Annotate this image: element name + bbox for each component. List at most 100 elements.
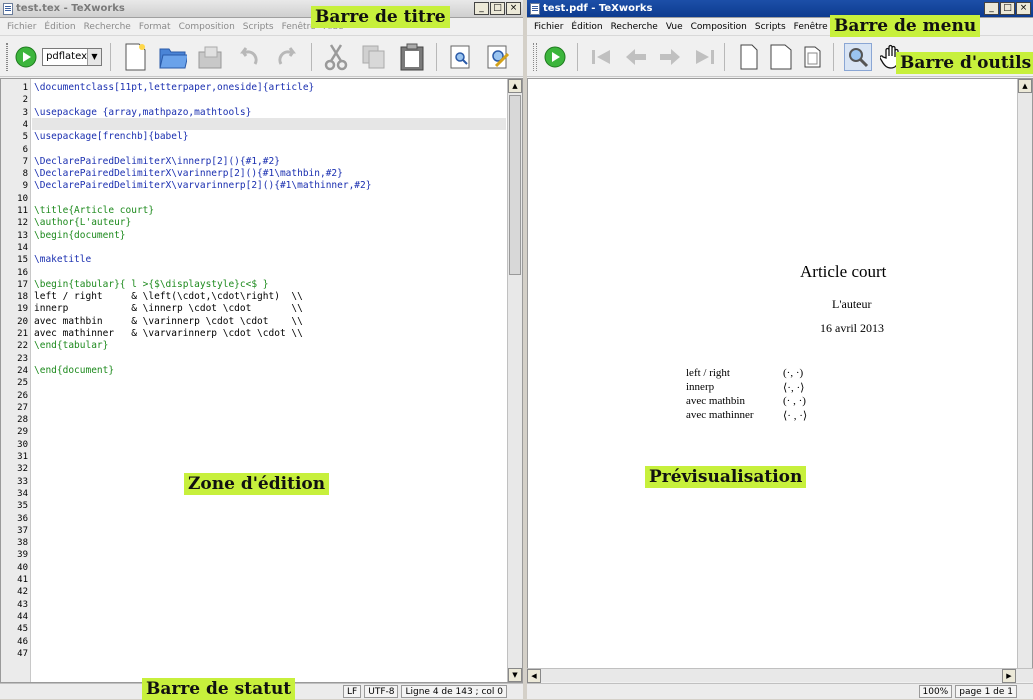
- line-number: 7: [22, 156, 28, 167]
- line-number: 26: [17, 390, 28, 401]
- minimize-button[interactable]: _: [984, 2, 999, 15]
- line-number: 14: [17, 242, 28, 253]
- line-number: 11: [17, 206, 28, 216]
- preview-window-title: test.pdf - TeXworks: [543, 3, 653, 14]
- line-number: 4: [22, 119, 28, 130]
- previous-page-button[interactable]: [622, 43, 650, 71]
- redo-button[interactable]: [273, 43, 301, 71]
- code-line: \usepackage[frenchb]{babel}: [34, 131, 189, 143]
- annotation-preview: Prévisualisation: [645, 466, 807, 488]
- toolbar-grip[interactable]: [6, 42, 9, 71]
- line-number: 10: [17, 193, 28, 204]
- menu-item[interactable]: Fichier: [3, 22, 40, 32]
- preview-vertical-scrollbar[interactable]: ▲: [1017, 79, 1032, 669]
- page-indicator: page 1 de 1: [955, 685, 1017, 698]
- toolbar-grip[interactable]: [533, 42, 537, 71]
- zoom-level[interactable]: 100%: [918, 685, 953, 698]
- source-window-title: test.tex - TeXworks: [16, 3, 125, 14]
- line-number: 43: [17, 599, 28, 610]
- menu-item[interactable]: Édition: [40, 22, 79, 32]
- scroll-left-arrow[interactable]: ◀: [527, 669, 541, 683]
- save-button[interactable]: [197, 43, 225, 71]
- fit-width-button[interactable]: [767, 43, 795, 71]
- menu-item[interactable]: Vue: [662, 22, 687, 32]
- pdf-row-value: ⟨· , ·⟩: [783, 410, 808, 422]
- toolbar-separator: [311, 42, 312, 71]
- replace-button[interactable]: [485, 43, 513, 71]
- menu-item[interactable]: Fichier: [530, 22, 567, 32]
- line-number: 22: [17, 341, 28, 352]
- find-icon: [450, 45, 470, 68]
- actual-size-button[interactable]: [735, 43, 763, 71]
- fit-window-button[interactable]: [799, 43, 827, 71]
- typeset-button[interactable]: [14, 43, 38, 71]
- line-number: 47: [17, 648, 28, 659]
- pdf-row-label: innerp: [686, 381, 715, 393]
- typeset-button[interactable]: [543, 43, 567, 71]
- cursor-position: Ligne 4 de 143 ; col 0: [401, 685, 507, 698]
- line-number: 37: [17, 525, 28, 536]
- menu-item[interactable]: Recherche: [607, 22, 662, 32]
- pdf-row-label: left / right: [686, 367, 730, 379]
- scroll-thumb[interactable]: [509, 95, 521, 275]
- scissors-icon: [324, 43, 348, 70]
- scroll-up-arrow[interactable]: ▲: [1018, 79, 1032, 93]
- annotation-editor: Zone d'édition: [184, 473, 330, 495]
- first-page-button[interactable]: [588, 43, 616, 71]
- pdf-author: L'auteur: [832, 297, 872, 311]
- minimize-button[interactable]: _: [474, 2, 489, 15]
- pdf-row-label: avec mathbin: [686, 395, 745, 407]
- next-page-button[interactable]: [656, 43, 684, 71]
- annotation-menu-bar: Barre de menu: [830, 15, 981, 37]
- maximize-button[interactable]: □: [1000, 2, 1015, 15]
- encoding-indicator[interactable]: UTF-8: [364, 685, 399, 698]
- menu-item[interactable]: Recherche: [80, 22, 135, 32]
- menu-item[interactable]: Format: [135, 22, 175, 32]
- pdf-title: Article court: [800, 262, 887, 281]
- code-line: \end{tabular}: [34, 340, 109, 352]
- last-page-button[interactable]: [690, 43, 718, 71]
- line-number: 12: [17, 218, 28, 229]
- toolbar-separator: [833, 42, 834, 71]
- magnify-tool-button[interactable]: [844, 42, 872, 71]
- scroll-up-arrow[interactable]: ▲: [508, 79, 522, 93]
- line-number: 44: [17, 611, 28, 622]
- line-number: 18: [17, 292, 28, 303]
- close-button[interactable]: ×: [1016, 2, 1031, 15]
- new-document-button[interactable]: [121, 43, 149, 71]
- pdf-document-icon: [530, 2, 540, 15]
- menu-item[interactable]: Édition: [567, 22, 606, 32]
- menu-item[interactable]: Composition: [175, 22, 239, 32]
- line-number: 5: [22, 132, 28, 143]
- copy-button[interactable]: [360, 43, 388, 71]
- editor-area[interactable]: 1 2 3 4 5 6 7 8 9 10 11 12 13 14 15 16 17 18 19 20 21 22 23 24 2…: [0, 78, 523, 683]
- scroll-down-arrow[interactable]: ▼: [508, 668, 522, 682]
- maximize-button[interactable]: □: [490, 2, 505, 15]
- line-number: 20: [17, 316, 28, 327]
- scroll-right-arrow[interactable]: ▶: [1002, 669, 1016, 683]
- line-ending-indicator[interactable]: LF: [343, 685, 362, 698]
- preview-horizontal-scrollbar[interactable]: ◀ ▶: [527, 668, 1033, 683]
- editor-vertical-scrollbar[interactable]: ▲ ▼: [507, 79, 522, 682]
- undo-button[interactable]: [235, 43, 263, 71]
- line-number: 1: [22, 83, 28, 93]
- close-button[interactable]: ×: [506, 2, 521, 15]
- chevron-down-icon[interactable]: ▼: [87, 48, 101, 65]
- code-line: left / right & \left(\cdot,\cdot\right) …: [34, 291, 303, 303]
- menu-item[interactable]: Fenêtre: [790, 22, 832, 32]
- pdf-preview-area[interactable]: Article court L'auteur 16 avril 2013 lef…: [527, 78, 1033, 670]
- menu-item[interactable]: Scripts: [751, 22, 790, 32]
- menu-item[interactable]: Scripts: [239, 22, 278, 32]
- source-window: test.tex - TeXworks _ □ × Fichier Édition…: [0, 0, 523, 699]
- toolbar-separator: [110, 42, 111, 71]
- pdf-row-value: ⟨·, ·⟩: [783, 382, 805, 394]
- cut-button[interactable]: [322, 43, 350, 71]
- menu-item[interactable]: Composition: [687, 22, 751, 32]
- line-number: 23: [17, 353, 28, 364]
- typeset-engine-select[interactable]: pdflatex ▼: [42, 47, 102, 66]
- paste-button[interactable]: [398, 43, 426, 71]
- line-number: 21: [17, 329, 28, 339]
- line-number: 35: [17, 501, 28, 512]
- find-button[interactable]: [447, 43, 475, 71]
- open-button[interactable]: [159, 43, 187, 71]
